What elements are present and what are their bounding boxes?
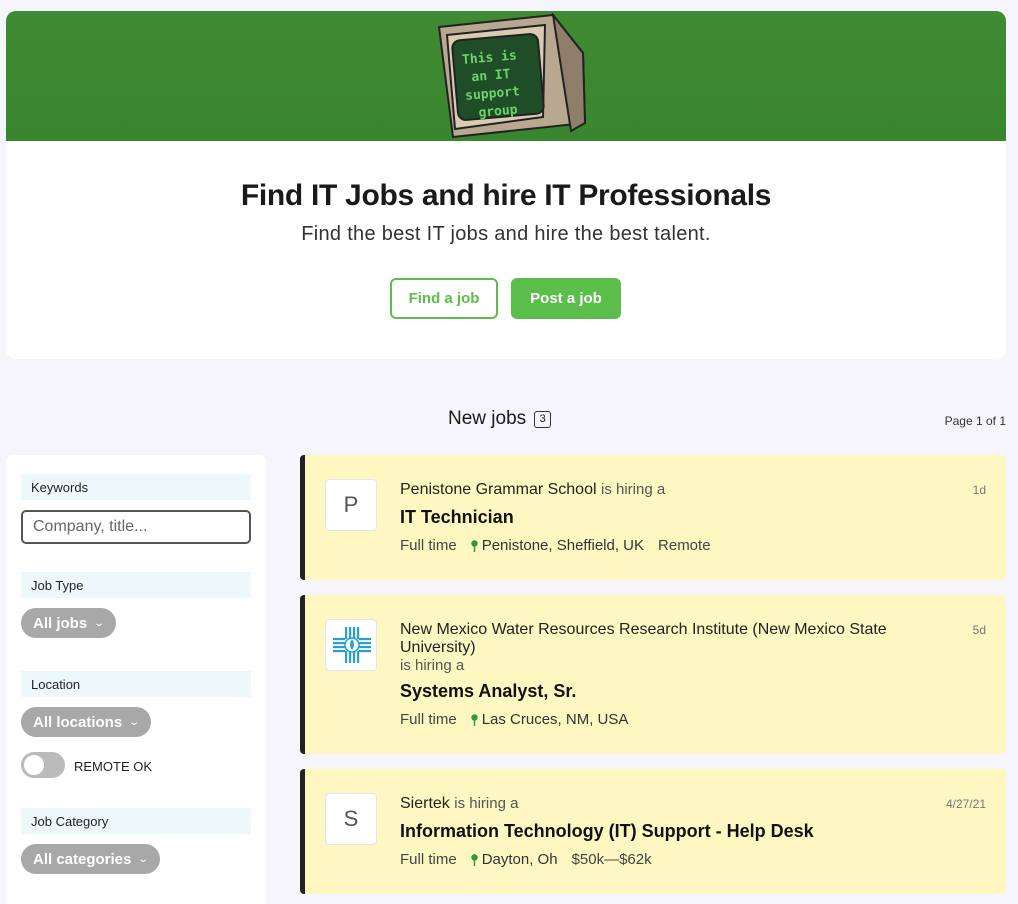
chevron-down-icon: ⌄	[93, 617, 106, 629]
page-title: Find IT Jobs and hire IT Professionals	[240, 179, 772, 212]
job-card[interactable]: P Penistone Grammar School is hiring a I…	[300, 455, 1006, 580]
job-posted-time: 1d	[972, 483, 986, 497]
post-job-button[interactable]: Post a job	[511, 278, 621, 319]
zia-water-logo-icon	[333, 627, 371, 663]
job-type: Full time	[400, 851, 457, 868]
job-meta: Full time Las Cruces, NM, USA	[400, 711, 628, 728]
page-indicator: Page 1 of 1	[944, 414, 1006, 428]
company-logo	[325, 619, 377, 671]
location-pin-icon	[470, 853, 478, 866]
job-title[interactable]: IT Technician	[400, 507, 514, 528]
job-type-label: Job Type	[21, 572, 251, 598]
job-location: Dayton, Oh	[470, 851, 558, 868]
job-company: New Mexico Water Resources Research Inst…	[400, 621, 930, 675]
job-posted-time: 4/27/21	[945, 797, 986, 811]
job-posted-time: 5d	[972, 623, 986, 637]
job-meta: Full time Dayton, Oh $50k—$62k	[400, 851, 652, 868]
remote-ok-label: REMOTE OK	[74, 759, 153, 774]
job-type: Full time	[400, 711, 457, 728]
page-subtitle: Find the best IT jobs and hire the best …	[301, 223, 711, 245]
job-card[interactable]: New Mexico Water Resources Research Inst…	[300, 595, 1006, 754]
job-meta: Full time Penistone, Sheffield, UK Remot…	[400, 537, 711, 554]
new-jobs-title: New jobs	[448, 408, 527, 429]
remote-ok-toggle[interactable]	[21, 752, 65, 778]
job-location-text: Las Cruces, NM, USA	[481, 711, 629, 728]
job-location-text: Penistone, Sheffield, UK	[481, 537, 645, 554]
job-location: Penistone, Sheffield, UK	[470, 537, 645, 554]
company-name[interactable]: Siertek	[400, 795, 450, 812]
company-name[interactable]: New Mexico Water Resources Research Inst…	[400, 621, 887, 656]
company-logo: P	[325, 479, 377, 531]
location-pin-icon	[470, 539, 478, 552]
job-card[interactable]: S Siertek is hiring a Information Techno…	[300, 769, 1006, 894]
job-company: Siertek is hiring a	[400, 795, 930, 813]
job-salary: $50k—$62k	[571, 851, 652, 868]
keywords-input[interactable]: Company, title...	[21, 510, 251, 544]
location-select[interactable]: All locations ⌄	[21, 707, 151, 737]
hiring-text: is hiring a	[600, 481, 666, 498]
job-extra: Remote	[658, 537, 711, 554]
monitor-logo-icon: This is an IT support group	[437, 13, 587, 139]
job-title[interactable]: Systems Analyst, Sr.	[400, 681, 576, 702]
hiring-text: is hiring a	[400, 657, 465, 674]
job-type: Full time	[400, 537, 457, 554]
job-title[interactable]: Information Technology (IT) Support - He…	[400, 821, 814, 842]
find-job-button[interactable]: Find a job	[390, 278, 498, 319]
company-name[interactable]: Penistone Grammar School	[400, 481, 597, 498]
keywords-label: Keywords	[21, 474, 251, 500]
company-logo: S	[325, 793, 377, 845]
location-pin-icon	[470, 713, 478, 726]
hero-card: This is an IT support group Find IT Jobs…	[6, 11, 1006, 359]
hiring-text: is hiring a	[454, 795, 519, 812]
job-company: Penistone Grammar School is hiring a	[400, 481, 930, 499]
job-category-label: Job Category	[21, 808, 251, 834]
location-label: Location	[21, 671, 251, 697]
job-type-value: All jobs	[33, 614, 88, 632]
chevron-down-icon: ⌄	[128, 716, 141, 728]
filter-sidebar: Keywords Company, title... Job Type All …	[6, 455, 266, 904]
location-value: All locations	[33, 713, 123, 731]
chevron-down-icon: ⌄	[137, 853, 150, 865]
category-value: All categories	[33, 850, 132, 868]
category-select[interactable]: All categories ⌄	[21, 844, 160, 874]
job-count-badge: 3	[534, 410, 552, 428]
job-type-select[interactable]: All jobs ⌄	[21, 608, 116, 638]
job-location: Las Cruces, NM, USA	[470, 711, 629, 728]
job-location-text: Dayton, Oh	[481, 851, 558, 868]
hero-banner: This is an IT support group	[6, 11, 1006, 141]
new-jobs-heading: New jobs 3	[448, 408, 552, 430]
